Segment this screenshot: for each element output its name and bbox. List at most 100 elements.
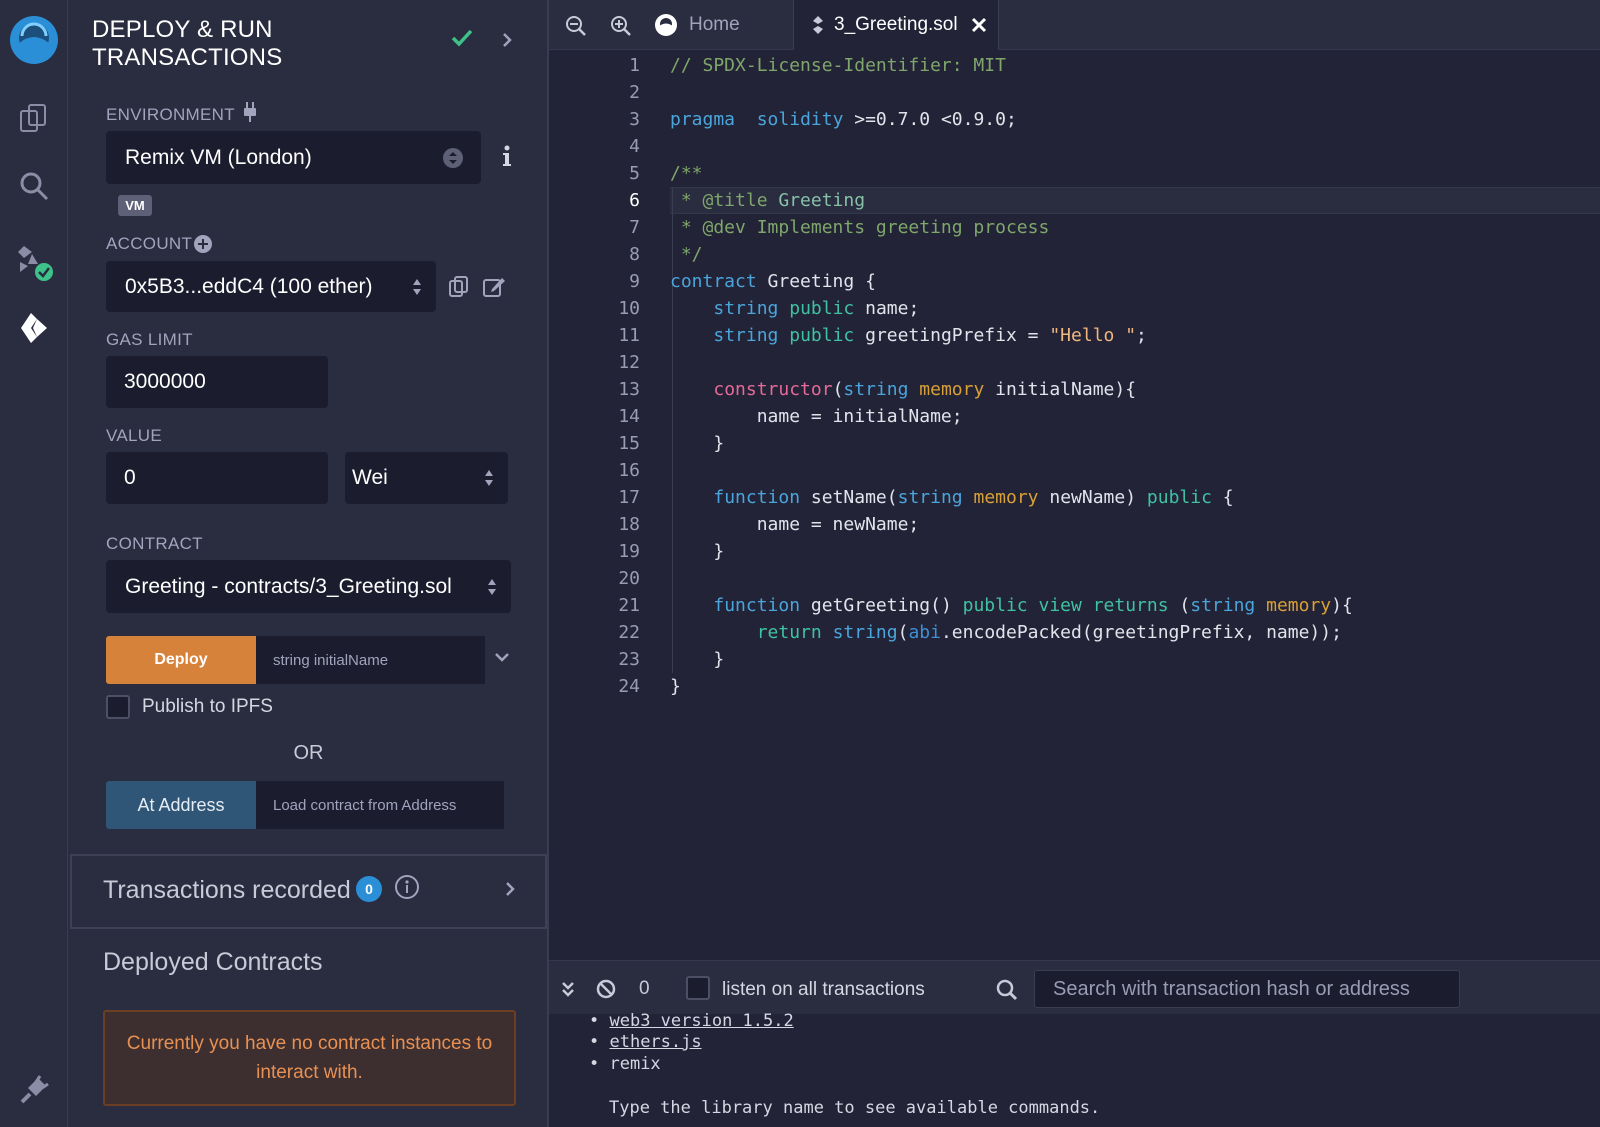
remix-ide: DEPLOY & RUN TRANSACTIONS ENVIRONMENT Re…	[0, 0, 1600, 1127]
code-token: name = initialName;	[670, 406, 963, 427]
code-token: }	[670, 649, 725, 670]
code-line: function setName(string memory newName) …	[670, 484, 1234, 511]
web3-link[interactable]: web3 version 1.5.2	[609, 1011, 793, 1031]
code-line: * @title Greeting	[670, 187, 865, 214]
transactions-recorded-title: Transactions recorded	[103, 876, 351, 904]
code-token: memory	[1266, 595, 1332, 616]
transactions-recorded-card[interactable]: Transactions recorded 0	[70, 854, 547, 929]
deploy-run-icon[interactable]	[0, 304, 68, 352]
select-arrows-icon	[485, 470, 493, 486]
zoom-in-icon[interactable]	[610, 15, 632, 37]
copy-icon[interactable]	[448, 275, 470, 299]
clear-console-icon[interactable]	[596, 979, 616, 999]
solidity-compiler-icon[interactable]	[0, 238, 68, 286]
line-number: 7	[629, 217, 640, 238]
code-line: string public greetingPrefix = "Hello ";	[670, 322, 1147, 349]
deploy-args-placeholder: string initialName	[273, 651, 389, 669]
code-token: */	[670, 244, 703, 265]
code-token: .encodePacked(greetingPrefix, name));	[940, 622, 1342, 643]
plug-icon[interactable]	[240, 100, 260, 124]
select-arrows-icon	[413, 278, 421, 295]
code-token: {	[1211, 487, 1234, 508]
at-address-input[interactable]: Load contract from Address	[256, 781, 504, 829]
search-icon[interactable]	[996, 979, 1018, 1001]
code-line: function getGreeting() public view retur…	[670, 592, 1352, 619]
publish-ipfs-checkbox[interactable]	[106, 695, 130, 719]
ethers-link[interactable]: ethers.js	[609, 1032, 701, 1052]
listen-all-checkbox[interactable]	[686, 976, 710, 1000]
code-token: string	[897, 487, 963, 508]
code-token: solidity	[756, 109, 844, 130]
code-token: abi	[908, 622, 941, 643]
transactions-count-badge: 0	[356, 876, 382, 902]
code-token: /**	[670, 163, 703, 184]
terminal-hint: Type the library name to see available c…	[609, 1098, 1101, 1118]
info-icon[interactable]	[502, 144, 512, 168]
search-icon[interactable]	[0, 162, 68, 210]
gas-limit-value: 3000000	[124, 370, 206, 393]
code-token: contract	[670, 271, 757, 292]
code-line: contract Greeting {	[670, 268, 876, 295]
chevron-right-icon[interactable]	[504, 880, 516, 898]
file-explorer-icon[interactable]	[0, 94, 68, 142]
at-address-button[interactable]: At Address	[106, 781, 256, 829]
code-line: constructor(string memory initialName){	[670, 376, 1136, 403]
code-token: string	[713, 325, 779, 346]
code-token: string	[843, 379, 909, 400]
code-token: string	[832, 622, 898, 643]
tab-home-label: Home	[689, 14, 740, 35]
remix-logo-icon[interactable]	[0, 14, 68, 70]
deploy-run-panel: DEPLOY & RUN TRANSACTIONS ENVIRONMENT Re…	[68, 0, 549, 1127]
line-number: 21	[618, 595, 640, 616]
code-token: initialName){	[984, 379, 1137, 400]
deploy-args-input[interactable]: string initialName	[256, 636, 485, 684]
terminal-search-input[interactable]: Search with transaction hash or address	[1034, 970, 1460, 1008]
environment-value: Remix VM (London)	[125, 145, 312, 169]
line-number: 15	[618, 433, 640, 454]
code-token: ;	[1136, 325, 1147, 346]
code-editor[interactable]: // SPDX-License-Identifier: MIT pragma so…	[670, 52, 1600, 959]
plus-circle-icon[interactable]	[193, 234, 213, 254]
zoom-out-icon[interactable]	[565, 15, 587, 37]
line-number: 2	[629, 82, 640, 103]
code-token: * @title	[670, 190, 779, 211]
code-token: return	[756, 622, 822, 643]
tab-greeting-sol[interactable]: 3_Greeting.sol	[793, 0, 999, 50]
deploy-button[interactable]: Deploy	[106, 636, 256, 684]
code-token: name;	[854, 298, 920, 319]
info-circle-icon[interactable]	[394, 874, 420, 900]
environment-select[interactable]: Remix VM (London)	[106, 131, 481, 184]
line-number: 16	[618, 460, 640, 481]
line-number: 4	[629, 136, 640, 157]
gas-limit-label: GAS LIMIT	[106, 330, 193, 349]
code-line: /**	[670, 160, 703, 187]
plugin-manager-icon[interactable]	[0, 1070, 68, 1110]
code-token: pragma	[670, 109, 736, 130]
close-icon[interactable]	[970, 16, 988, 34]
terminal-line: • web3 version 1.5.2	[589, 1011, 794, 1031]
line-number: 3	[629, 109, 640, 130]
listen-all-label: listen on all transactions	[722, 979, 925, 1000]
code-token: // SPDX-License-Identifier: MIT	[670, 55, 1006, 76]
line-number: 24	[618, 676, 640, 697]
account-select[interactable]: 0x5B3...eddC4 (100 ether)	[106, 261, 436, 312]
edit-icon[interactable]	[482, 275, 506, 299]
chevron-down-icon[interactable]	[493, 651, 511, 665]
contract-select[interactable]: Greeting - contracts/3_Greeting.sol	[106, 560, 511, 613]
code-line: // SPDX-License-Identifier: MIT	[670, 52, 1006, 79]
gas-limit-input[interactable]: 3000000	[106, 356, 328, 408]
collapse-terminal-icon[interactable]	[560, 980, 576, 998]
environment-label: ENVIRONMENT	[106, 105, 235, 124]
code-token: public	[962, 595, 1028, 616]
chevron-right-icon[interactable]	[500, 31, 514, 49]
code-token: public	[789, 325, 855, 346]
value-input[interactable]: 0	[106, 452, 328, 504]
line-number: 10	[618, 298, 640, 319]
value-unit-select[interactable]: Wei	[345, 452, 508, 504]
value-label: VALUE	[106, 426, 162, 445]
code-token: "Hello "	[1049, 325, 1137, 346]
